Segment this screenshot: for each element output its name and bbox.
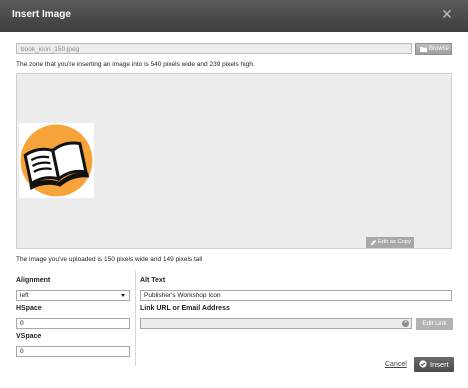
hspace-label: HSpace — [16, 305, 42, 312]
vspace-input[interactable]: 0 — [16, 346, 130, 357]
edit-link-button[interactable]: Edit Link — [416, 318, 453, 330]
dialog-title: Insert Image — [12, 9, 71, 20]
chevron-down-icon — [121, 294, 125, 297]
edit-as-copy-label: Edit as Copy — [378, 239, 411, 245]
alignment-value: left — [20, 292, 29, 299]
link-url-input[interactable] — [140, 318, 412, 329]
alignment-select[interactable]: left — [16, 290, 130, 301]
alt-text-label: Alt Text — [140, 277, 166, 284]
hspace-input[interactable]: 0 — [16, 318, 130, 329]
uploaded-image — [19, 123, 94, 198]
edit-as-copy-button[interactable]: Edit as Copy — [366, 237, 414, 248]
browse-button[interactable]: Browse — [415, 43, 452, 55]
browse-label: Browse — [429, 46, 450, 52]
column-divider — [135, 271, 136, 366]
dialog-titlebar: Insert Image ✕ — [0, 0, 468, 32]
zone-dimensions-text: The zone that you're inserting an image … — [16, 61, 255, 68]
insert-button[interactable]: Insert — [414, 357, 454, 372]
folder-icon — [420, 46, 427, 52]
book-icon — [20, 124, 93, 197]
file-path-field[interactable]: book_icon_150.jpeg — [16, 43, 412, 54]
insert-label: Insert — [430, 360, 449, 369]
clear-icon[interactable]: × — [402, 320, 409, 327]
image-preview-zone: Edit as Copy — [16, 73, 452, 249]
uploaded-dimensions-text: The image you've uploaded is 150 pixels … — [16, 256, 203, 263]
alignment-label: Alignment — [16, 277, 51, 284]
pencil-icon — [370, 239, 377, 246]
alt-text-input[interactable]: Publisher's Workshop Icon — [140, 290, 452, 301]
close-icon[interactable]: ✕ — [440, 7, 454, 21]
cancel-link[interactable]: Cancel — [385, 361, 407, 368]
check-circle-icon — [419, 360, 427, 368]
link-label: Link URL or Email Address — [140, 305, 230, 312]
vspace-label: VSpace — [16, 333, 42, 340]
